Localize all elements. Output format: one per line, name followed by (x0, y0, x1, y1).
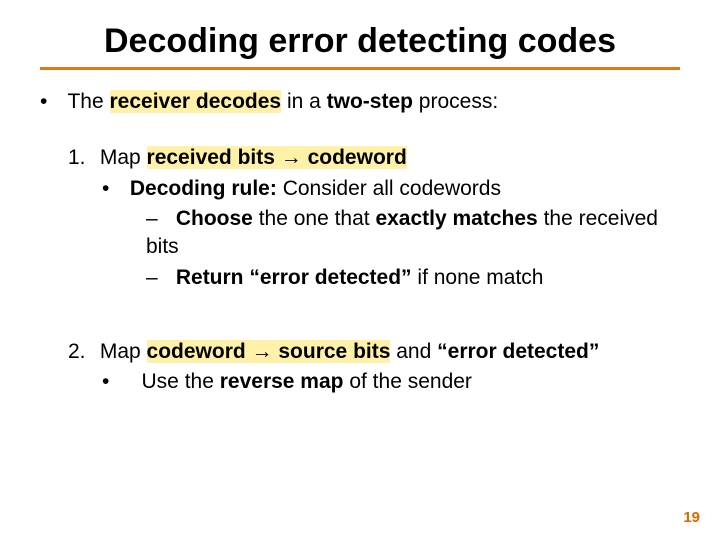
step-2: 2. Map codeword → source bits and “error… (68, 338, 680, 366)
text: Map (100, 340, 147, 363)
text: The (67, 90, 109, 113)
text: in a (281, 90, 327, 113)
text: if none match (412, 266, 544, 289)
bullet-icon: • (40, 88, 62, 116)
intro-line: • The receiver decodes in a two-step pro… (40, 88, 680, 116)
step-1-choose: – Choose the one that exactly matches th… (146, 205, 680, 262)
dash-icon: – (146, 264, 170, 292)
text: Choose (176, 207, 259, 230)
number-marker: 1. (68, 144, 94, 172)
text: Map (100, 146, 147, 169)
text: and (390, 340, 437, 363)
slide-title: Decoding error detecting codes (0, 0, 720, 67)
step-2-reverse: • Use the reverse map of the sender (102, 368, 680, 396)
slide-body: • The receiver decodes in a two-step pro… (0, 88, 720, 397)
text: reverse map (220, 370, 344, 393)
text: Consider all codewords (277, 177, 501, 200)
text: two-step (327, 90, 413, 113)
step-1-return: – Return “error detected” if none match (146, 264, 680, 292)
text: the one that (259, 207, 376, 230)
highlight: received bits → codeword (147, 146, 407, 169)
highlight: codeword → source bits (147, 340, 391, 363)
number-marker: 2. (68, 338, 94, 366)
text: Return “error detected” (176, 266, 412, 289)
highlight: receiver decodes (110, 90, 282, 113)
text: process: (413, 90, 498, 113)
dash-icon: – (146, 205, 170, 233)
page-number: 19 (683, 509, 700, 526)
text: exactly matches (375, 207, 543, 230)
title-rule (40, 67, 680, 70)
bullet-icon: • (102, 175, 124, 203)
text: Use the (142, 370, 220, 393)
bullet-icon: • (102, 368, 124, 396)
text: “error detected” (437, 340, 599, 363)
step-1-rule: • Decoding rule: Consider all codewords (102, 175, 680, 203)
text: of the sender (344, 370, 472, 393)
step-1: 1. Map received bits → codeword (68, 144, 680, 172)
text: Decoding rule: (130, 177, 277, 200)
